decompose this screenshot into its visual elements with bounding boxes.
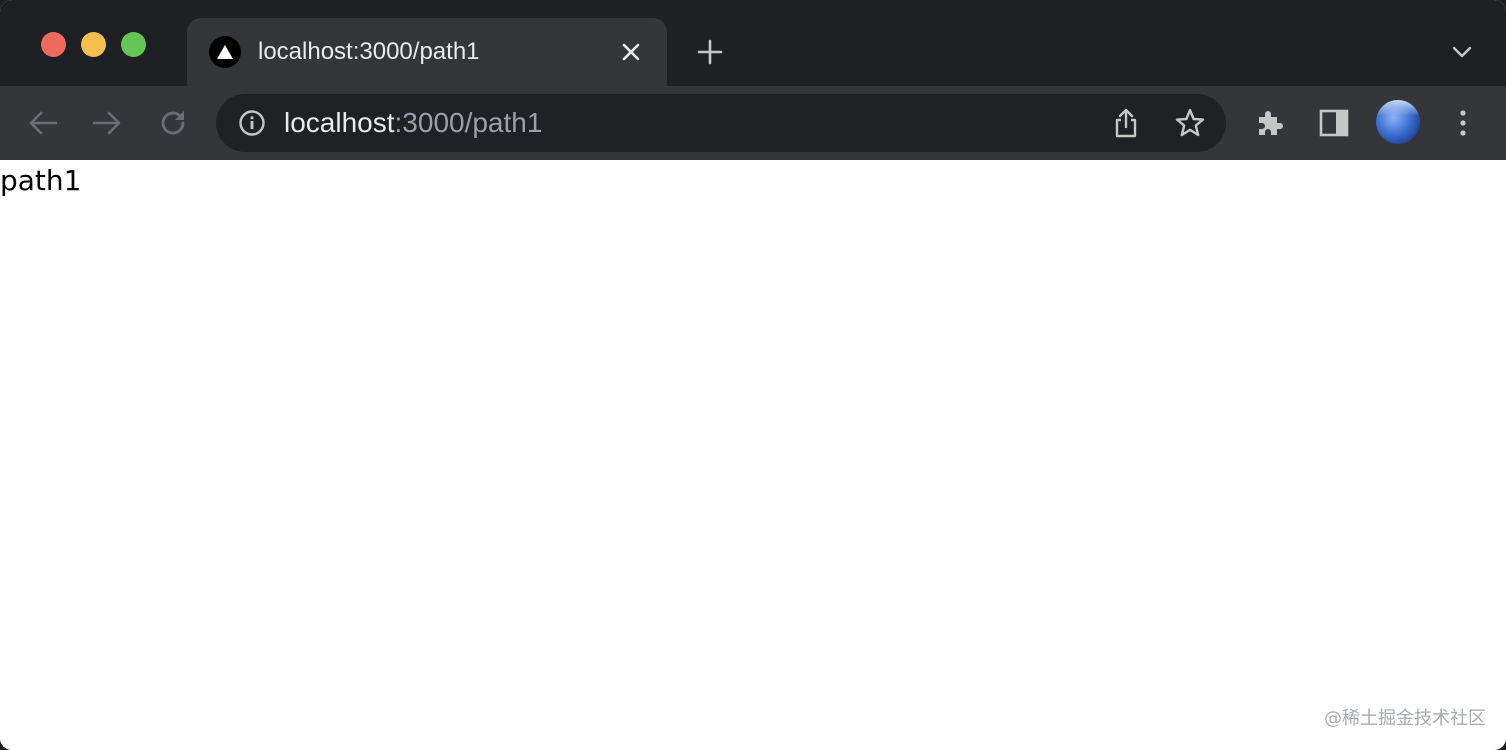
avatar[interactable]	[1376, 100, 1420, 144]
arrow-right-icon	[92, 111, 121, 135]
page-content: path1 @稀土掘金技术社区	[0, 160, 1506, 750]
back-button[interactable]	[26, 106, 60, 140]
toolbar: localhost:3000/path1	[0, 86, 1506, 160]
page-text: path1	[0, 164, 82, 197]
arrow-left-icon	[29, 111, 58, 135]
info-icon[interactable]	[237, 108, 267, 138]
url-text[interactable]: localhost:3000/path1	[284, 107, 542, 139]
tab-search-button[interactable]	[1448, 38, 1476, 66]
forward-button[interactable]	[90, 106, 124, 140]
window-minimize-button[interactable]	[81, 32, 106, 57]
puzzle-icon	[1259, 111, 1283, 135]
window-close-button[interactable]	[41, 32, 66, 57]
plus-icon	[697, 39, 723, 65]
more-vertical-icon	[1460, 110, 1466, 136]
url-host: localhost	[284, 107, 395, 138]
menu-button[interactable]	[1446, 106, 1480, 140]
browser-window: localhost:3000/path1 localhost:3000/path…	[0, 0, 1506, 750]
tab-title: localhost:3000/path1	[258, 38, 480, 65]
triangle-icon	[209, 36, 241, 68]
address-bar[interactable]: localhost:3000/path1	[216, 94, 1226, 152]
chevron-down-icon	[1452, 46, 1472, 58]
window-maximize-button[interactable]	[121, 32, 146, 57]
side-panel-icon	[1319, 109, 1349, 137]
url-path: :3000/path1	[394, 107, 543, 138]
share-icon[interactable]	[1111, 107, 1141, 139]
tab-active[interactable]: localhost:3000/path1	[187, 18, 667, 86]
side-panel-button[interactable]	[1317, 106, 1351, 140]
extensions-button[interactable]	[1252, 106, 1286, 140]
watermark: @稀土掘金技术社区	[1324, 708, 1486, 729]
new-tab-button[interactable]	[694, 36, 726, 68]
reload-icon	[161, 111, 185, 135]
tab-strip: localhost:3000/path1	[0, 0, 1506, 86]
reload-button[interactable]	[156, 106, 190, 140]
close-icon[interactable]	[617, 38, 645, 66]
star-icon[interactable]	[1173, 106, 1207, 140]
